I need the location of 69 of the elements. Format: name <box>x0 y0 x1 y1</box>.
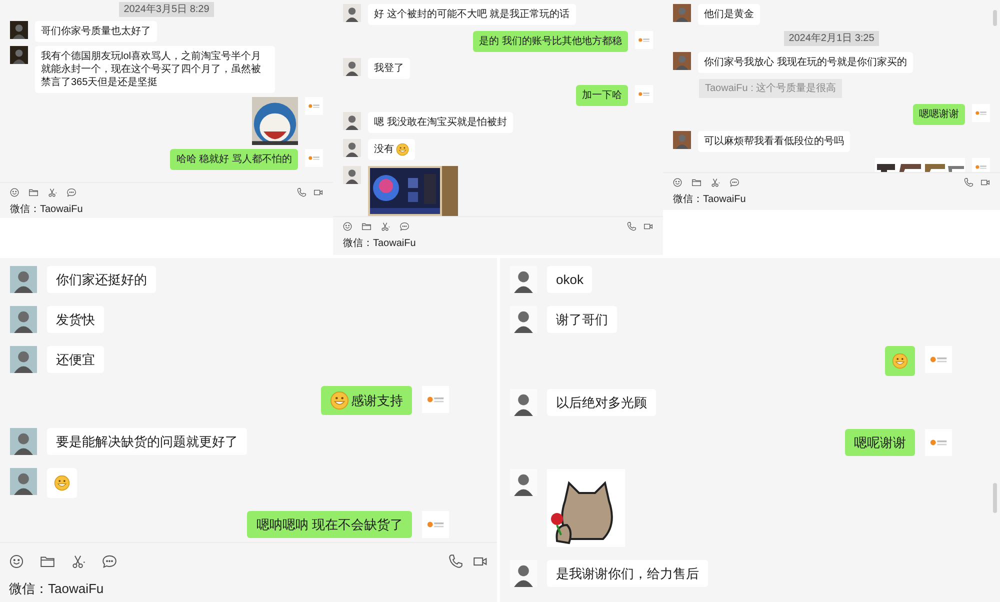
scissors-icon[interactable] <box>47 187 58 198</box>
scissors-icon[interactable] <box>70 553 87 570</box>
scissors-icon[interactable] <box>380 221 391 232</box>
message-bubble: 是我谢谢你们，给力售后 <box>547 560 708 587</box>
video-camera-icon[interactable] <box>980 177 991 188</box>
message-bubble: 嗯 我没敢在淘宝买就是怕被封 <box>368 112 513 133</box>
quoted-message: TaowaiFu : 这个号质量是很高 <box>699 79 842 98</box>
timestamp: 2024年2月1日 3:25 <box>784 31 880 46</box>
scrollbar[interactable] <box>993 483 997 513</box>
avatar[interactable] <box>343 4 361 22</box>
account-label: 微信：TaowaiFu <box>8 580 105 598</box>
avatar[interactable] <box>10 46 28 64</box>
message-bubble: 要是能解决缺货的问题就更好了 <box>47 428 247 455</box>
message-bubble: 你们家号我放心 我现在玩的号就是你们家买的 <box>698 52 913 73</box>
phone-icon[interactable] <box>296 187 307 198</box>
avatar[interactable] <box>343 166 361 184</box>
emoji-icon[interactable] <box>672 177 683 188</box>
avatar[interactable] <box>343 112 361 130</box>
message-bubble: 以后绝对多光顾 <box>547 389 656 416</box>
emoji-icon <box>54 475 70 491</box>
message-bubble: 还便宜 <box>47 346 104 373</box>
avatar[interactable] <box>10 266 37 293</box>
folder-icon[interactable] <box>28 187 39 198</box>
avatar[interactable] <box>343 58 361 76</box>
avatar[interactable] <box>343 139 361 157</box>
chat-bubble-icon[interactable] <box>101 553 118 570</box>
chat-bubble-icon[interactable] <box>729 177 740 188</box>
avatar[interactable] <box>10 306 37 333</box>
avatar[interactable] <box>10 468 37 495</box>
message-bubble: 谢了哥们 <box>547 306 617 333</box>
chat-bubble-icon[interactable] <box>399 221 410 232</box>
message-bubble: 他们是黄金 <box>698 4 760 25</box>
message-bubble: 加一下哈 <box>576 85 628 106</box>
video-camera-icon[interactable] <box>313 187 324 198</box>
chat-bubble-icon[interactable] <box>66 187 77 198</box>
message-bubble: 可以麻烦帮我看看低段位的号吗 <box>698 131 850 152</box>
message-text: 感谢支持 <box>351 392 403 409</box>
message-bubble: 发货快 <box>47 306 104 333</box>
folder-icon[interactable] <box>691 177 702 188</box>
message-bubble: okok <box>547 266 592 293</box>
avatar[interactable] <box>10 428 37 455</box>
message-bubble: 你们家还挺好的 <box>47 266 156 293</box>
message-bubble: 哥们你家号质量也太好了 <box>35 21 157 42</box>
message-text: 没有 <box>374 143 394 156</box>
avatar[interactable] <box>10 21 28 39</box>
emoji-icon <box>892 353 908 369</box>
video-camera-icon[interactable] <box>643 221 654 232</box>
account-label: 微信：TaowaiFu <box>9 203 84 217</box>
message-bubble: 哈哈 稳就好 骂人都不怕的 <box>170 149 298 170</box>
message-bubble: 嗯嗯谢谢 <box>913 104 965 125</box>
phone-icon[interactable] <box>963 177 974 188</box>
timestamp: 2024年3月5日 8:29 <box>118 2 214 17</box>
folder-icon[interactable] <box>361 221 372 232</box>
message-bubble: 我有个德国朋友玩lol喜欢骂人，之前淘宝号半个月就能永封一个，现在这个号买了四个月了，虽然被禁言了365天但是还是坚挺 <box>35 46 275 93</box>
avatar[interactable] <box>10 346 37 373</box>
message-bubble: 嗯呐嗯呐 现在不会缺货了 <box>247 511 412 538</box>
emoji-icon[interactable] <box>8 553 25 570</box>
phone-icon[interactable] <box>447 553 464 570</box>
emoji-icon[interactable] <box>9 187 20 198</box>
account-label: 微信：TaowaiFu <box>672 193 747 207</box>
scrollbar[interactable] <box>993 10 997 26</box>
message-bubble: 我登了 <box>368 58 410 79</box>
message-bubble: 嗯呢谢谢 <box>845 429 915 456</box>
scissors-icon[interactable] <box>710 177 721 188</box>
emoji-icon[interactable] <box>342 221 353 232</box>
account-label: 微信：TaowaiFu <box>342 237 417 251</box>
phone-icon[interactable] <box>626 221 637 232</box>
message-bubble: 好 这个被封的可能不大吧 就是我正常玩的话 <box>368 4 576 25</box>
message-bubble: 是的 我们的账号比其他地方都稳 <box>473 31 628 52</box>
